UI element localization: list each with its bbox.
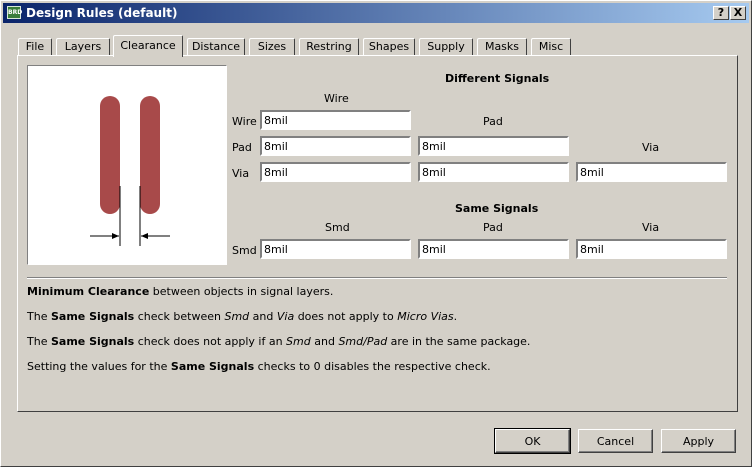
desc-text: . bbox=[453, 310, 458, 323]
help-button[interactable]: ? bbox=[713, 6, 729, 20]
desc-text: between objects in signal layers. bbox=[149, 285, 334, 298]
via-pad-input[interactable] bbox=[418, 162, 569, 182]
desc-text: and bbox=[249, 310, 277, 323]
different-signals-header: Different Signals bbox=[445, 72, 550, 85]
cancel-button[interactable]: Cancel bbox=[578, 429, 653, 453]
col-via-label-same: Via bbox=[642, 221, 660, 234]
design-rules-window: BRD Design Rules (default) ? X File Laye… bbox=[0, 0, 752, 467]
same-signals-header: Same Signals bbox=[455, 202, 539, 215]
desc-text: The bbox=[27, 310, 51, 323]
desc-line-1: Minimum Clearance between objects in sig… bbox=[27, 285, 333, 298]
desc-line-2: The Same Signals check between Smd and V… bbox=[27, 310, 457, 323]
desc-text: does not apply to bbox=[294, 310, 398, 323]
desc-italic: Smd bbox=[224, 310, 250, 323]
window-title: Design Rules (default) bbox=[26, 6, 178, 20]
col-pad-label-same: Pad bbox=[483, 221, 503, 234]
tab-clearance[interactable]: Clearance bbox=[113, 35, 183, 57]
tab-restring[interactable]: Restring bbox=[299, 38, 359, 55]
row-pad-label: Pad bbox=[232, 141, 252, 154]
desc-italic: Smd/Pad bbox=[338, 335, 388, 348]
row-smd-label: Smd bbox=[232, 244, 257, 257]
row-via-label: Via bbox=[232, 167, 250, 180]
desc-text: check does not apply if an bbox=[134, 335, 287, 348]
app-icon: BRD bbox=[7, 6, 22, 19]
tab-sizes[interactable]: Sizes bbox=[249, 38, 295, 55]
desc-bold: Same Signals bbox=[170, 360, 255, 373]
smd-via-input[interactable] bbox=[576, 239, 727, 259]
ok-button[interactable]: OK bbox=[494, 428, 571, 454]
separator-line bbox=[27, 277, 727, 279]
desc-italic: Via bbox=[276, 310, 295, 323]
tab-layers[interactable]: Layers bbox=[56, 38, 110, 55]
col-via-label: Via bbox=[642, 141, 660, 154]
title-bar[interactable]: BRD Design Rules (default) ? X bbox=[3, 3, 749, 23]
close-button[interactable]: X bbox=[730, 6, 746, 20]
desc-bold: Minimum Clearance bbox=[27, 285, 150, 298]
col-smd-label: Smd bbox=[325, 221, 350, 234]
desc-text: and bbox=[310, 335, 339, 348]
tab-misc[interactable]: Misc bbox=[531, 38, 571, 55]
tab-file[interactable]: File bbox=[18, 38, 52, 55]
desc-line-4: Setting the values for the Same Signals … bbox=[27, 360, 491, 373]
tab-distance[interactable]: Distance bbox=[187, 38, 245, 55]
clearance-preview-image bbox=[27, 65, 227, 265]
tab-supply[interactable]: Supply bbox=[419, 38, 473, 55]
smd-smd-input[interactable] bbox=[260, 239, 411, 259]
wire-wire-input[interactable] bbox=[260, 110, 411, 130]
desc-italic: Micro Vias bbox=[397, 310, 454, 323]
desc-bold: Same Signals bbox=[50, 335, 135, 348]
via-via-input[interactable] bbox=[576, 162, 727, 182]
via-wire-input[interactable] bbox=[260, 162, 411, 182]
tab-shapes[interactable]: Shapes bbox=[363, 38, 415, 55]
desc-text: check between bbox=[134, 310, 225, 323]
pad-pad-input[interactable] bbox=[418, 136, 569, 156]
desc-text: Setting the values for the bbox=[27, 360, 171, 373]
desc-line-3: The Same Signals check does not apply if… bbox=[27, 335, 530, 348]
desc-text: are in the same package. bbox=[387, 335, 531, 348]
tab-masks[interactable]: Masks bbox=[477, 38, 527, 55]
desc-text: The bbox=[27, 335, 51, 348]
col-pad-label: Pad bbox=[483, 115, 503, 128]
smd-pad-input[interactable] bbox=[418, 239, 569, 259]
desc-bold: Same Signals bbox=[50, 310, 135, 323]
apply-button[interactable]: Apply bbox=[661, 429, 736, 453]
desc-italic: Smd bbox=[286, 335, 311, 348]
col-wire-label: Wire bbox=[324, 92, 349, 105]
desc-text: checks to 0 disables the respective chec… bbox=[254, 360, 491, 373]
pad-wire-input[interactable] bbox=[260, 136, 411, 156]
row-wire-label: Wire bbox=[232, 115, 257, 128]
